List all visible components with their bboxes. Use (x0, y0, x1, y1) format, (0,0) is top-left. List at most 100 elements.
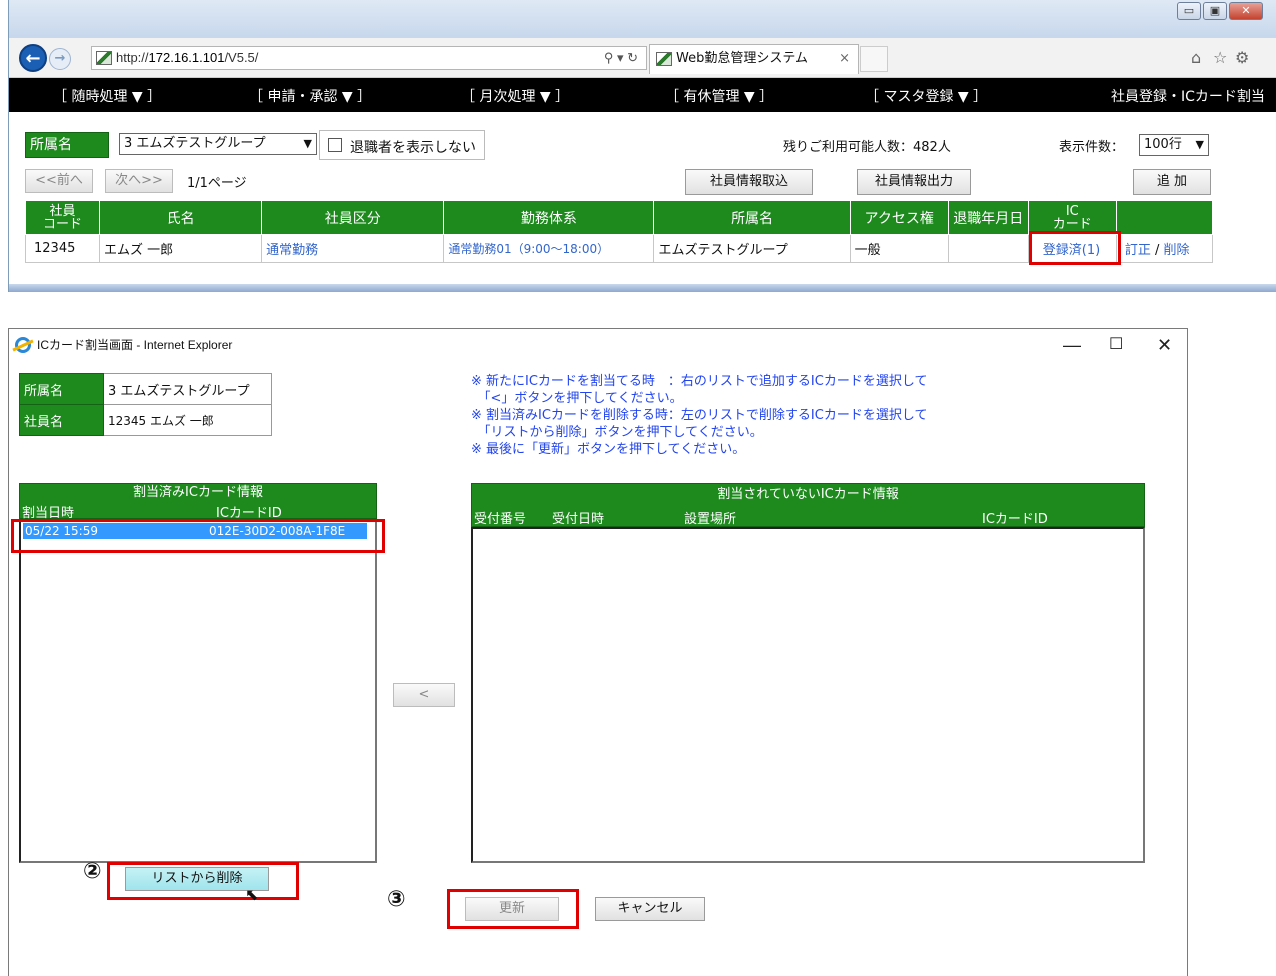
cell-category: 通常勤務 (261, 234, 445, 263)
dialog-maximize-button[interactable]: ☐ (1109, 329, 1123, 361)
employee-table: 社員 コード 氏名 社員区分 勤務体系 所属名 アクセス権 退職年月日 IC カ… (24, 200, 1214, 265)
menu-item-monthly[interactable]: ［ 月次処理 ▼ ］ (461, 86, 569, 106)
url-host: 172.16.1.101 (148, 50, 225, 65)
dialog-title: ICカード割当画面 - Internet Explorer (37, 338, 233, 352)
import-employee-button[interactable]: 社員情報取込 (685, 169, 813, 195)
cancel-button[interactable]: キャンセル (595, 897, 705, 921)
info-employee-label: 社員名 (19, 404, 104, 436)
per-page-value: 100行 (1144, 137, 1182, 152)
menu-item-adhoc[interactable]: ［ 随時処理 ▼ ］ (53, 86, 161, 106)
unassigned-col-date: 受付日時 (552, 512, 605, 527)
table-row: 12345 エムズ 一郎 通常勤務 通常勤務01（9:00〜18:00） エムズ… (24, 231, 1214, 265)
cell-name: エムズ 一郎 (99, 234, 263, 263)
unassigned-card-list[interactable] (471, 527, 1145, 863)
new-tab-button[interactable] (860, 46, 888, 72)
unassigned-col-no: 受付番号 (474, 512, 527, 527)
address-bar[interactable]: http://172.16.1.101/V5.5/ ⚲ ▾ ↻ (91, 46, 647, 70)
hide-retired-checkbox[interactable] (328, 138, 342, 152)
dialog-minimize-button[interactable]: — (1063, 329, 1081, 361)
prev-page-button[interactable]: <<前へ (25, 169, 93, 193)
note-line: ※ 新たにICカードを割当てる時 ：右のリストで追加するICカードを選択して (471, 374, 928, 389)
maximize-button[interactable]: ▣ (1203, 2, 1227, 20)
menu-item-approval[interactable]: ［ 申請・承認 ▼ ］ (249, 86, 371, 106)
chevron-down-icon: ▼ (303, 137, 312, 150)
col-header-work-system: 勤務体系 (443, 200, 655, 235)
col-header-access: アクセス権 (849, 200, 949, 235)
info-employee-value: 12345 エムズ 一郎 (103, 404, 272, 436)
back-button[interactable]: ← (19, 44, 47, 72)
dept-select[interactable]: 3 エムズテストグループ ▼ (119, 133, 317, 155)
assign-card-button[interactable]: < (393, 683, 455, 707)
search-refresh-icon[interactable]: ⚲ ▾ ↻ (604, 47, 638, 69)
next-page-button[interactable]: 次へ>> (105, 169, 173, 193)
cell-access: 一般 (849, 234, 949, 263)
url-prefix: http:// (116, 50, 149, 65)
update-button[interactable]: 更新 (465, 897, 559, 921)
cell-actions: 訂正 / 削除 (1115, 234, 1214, 263)
step-3-marker: ③ (387, 887, 406, 912)
gear-icon[interactable]: ⚙ (1235, 48, 1249, 67)
cell-code: 12345 (24, 234, 101, 263)
note-line: 「<」ボタンを押下してください。 (471, 391, 683, 406)
info-dept-value: 3 エムズテストグループ (103, 373, 272, 405)
url-path: /V5.5/ (224, 50, 259, 65)
dept-select-value: 3 エムズテストグループ (124, 136, 266, 151)
dialog-close-button[interactable]: ✕ (1157, 329, 1172, 361)
tab-title: Web勤怠管理システム (676, 51, 808, 66)
tab-close-icon[interactable]: × (839, 45, 850, 73)
col-header-retire: 退職年月日 (947, 200, 1029, 235)
assigned-panel-title: 割当済みICカード情報 (133, 485, 263, 500)
browser-tab[interactable]: Web勤怠管理システム × (649, 44, 859, 74)
tab-favicon-icon (656, 52, 672, 66)
main-menu: ［ 随時処理 ▼ ］ ［ 申請・承認 ▼ ］ ［ 月次処理 ▼ ］ ［ 有休管理… (9, 78, 1276, 112)
hide-retired-box: 退職者を表示しない (319, 130, 485, 160)
home-icon[interactable]: ⌂ (1191, 48, 1201, 67)
edit-link[interactable]: 訂正 (1125, 243, 1151, 258)
cell-ic-card: 登録済(1) (1027, 231, 1121, 265)
info-row-dept: 所属名 3 エムズテストグループ (19, 373, 272, 405)
menu-item-paid-leave[interactable]: ［ 有休管理 ▼ ］ (665, 86, 773, 106)
note-line: 「リストから削除」ボタンを押下してください。 (471, 425, 763, 440)
menu-item-master[interactable]: ［ マスタ登録 ▼ ］ (865, 86, 987, 106)
chevron-down-icon: ▼ (1195, 138, 1204, 151)
per-page-select[interactable]: 100行 ▼ (1139, 134, 1209, 156)
unassigned-panel-header: 割当されていないICカード情報 受付番号 受付日時 設置場所 ICカードID (471, 483, 1145, 527)
note-line: ※ 割当済みICカードを削除する時：左のリストで削除するICカードを選択して (471, 408, 928, 423)
cell-retire-date (947, 234, 1029, 263)
category-link[interactable]: 通常勤務 (266, 243, 318, 258)
dialog-title-bar: ICカード割当画面 - Internet Explorer — ☐ ✕ (9, 329, 1187, 361)
step-2-marker: ② (83, 859, 102, 884)
export-employee-button[interactable]: 社員情報出力 (857, 169, 971, 195)
action-separator: / (1155, 243, 1160, 258)
hide-retired-label: 退職者を表示しない (350, 140, 476, 156)
internet-explorer-icon (15, 337, 31, 353)
dept-label: 所属名 (25, 132, 109, 158)
close-button[interactable]: ✕ (1229, 2, 1263, 20)
minimize-button[interactable]: ▭ (1177, 2, 1201, 20)
unassigned-col-place: 設置場所 (684, 512, 737, 527)
per-page-label: 表示件数： (1059, 140, 1125, 155)
browser-title-bar: ▭ ▣ ✕ (9, 0, 1276, 38)
instruction-notes: ※ 新たにICカードを割当てる時 ：右のリストで追加するICカードを選択して 「… (471, 373, 1071, 458)
col-header-ic-card: IC カード (1027, 200, 1117, 235)
col-header-actions (1115, 200, 1214, 235)
work-system-link[interactable]: 通常勤務01（9:00〜18:00） (448, 242, 609, 256)
favorites-icon[interactable]: ☆ (1213, 48, 1227, 67)
delete-link[interactable]: 削除 (1164, 243, 1190, 258)
unassigned-panel-title: 割当されていないICカード情報 (717, 487, 899, 502)
col-header-name: 氏名 (99, 200, 263, 235)
forward-button[interactable]: → (49, 48, 71, 70)
col-header-category: 社員区分 (261, 200, 445, 235)
ic-card-link[interactable]: 登録済(1) (1043, 243, 1100, 258)
add-employee-button[interactable]: 追 加 (1133, 169, 1211, 195)
assigned-panel-header: 割当済みICカード情報 割当日時 ICカードID (19, 483, 377, 521)
note-line: ※ 最後に「更新」ボタンを押下してください。 (471, 442, 746, 457)
cell-work-system: 通常勤務01（9:00〜18:00） (443, 234, 655, 263)
info-dept-label: 所属名 (19, 373, 104, 405)
page-info: 1/1ページ (187, 176, 247, 191)
page-title: 社員登録・ICカード割当 (1111, 89, 1265, 105)
browser-bottom-border (9, 284, 1276, 292)
mouse-cursor-icon: ⬉ (245, 885, 259, 904)
ic-card-dialog: ICカード割当画面 - Internet Explorer — ☐ ✕ 所属名 … (8, 328, 1188, 976)
assigned-card-list[interactable]: 05/22 15:59 012E-30D2-008A-1F8E (19, 519, 377, 863)
